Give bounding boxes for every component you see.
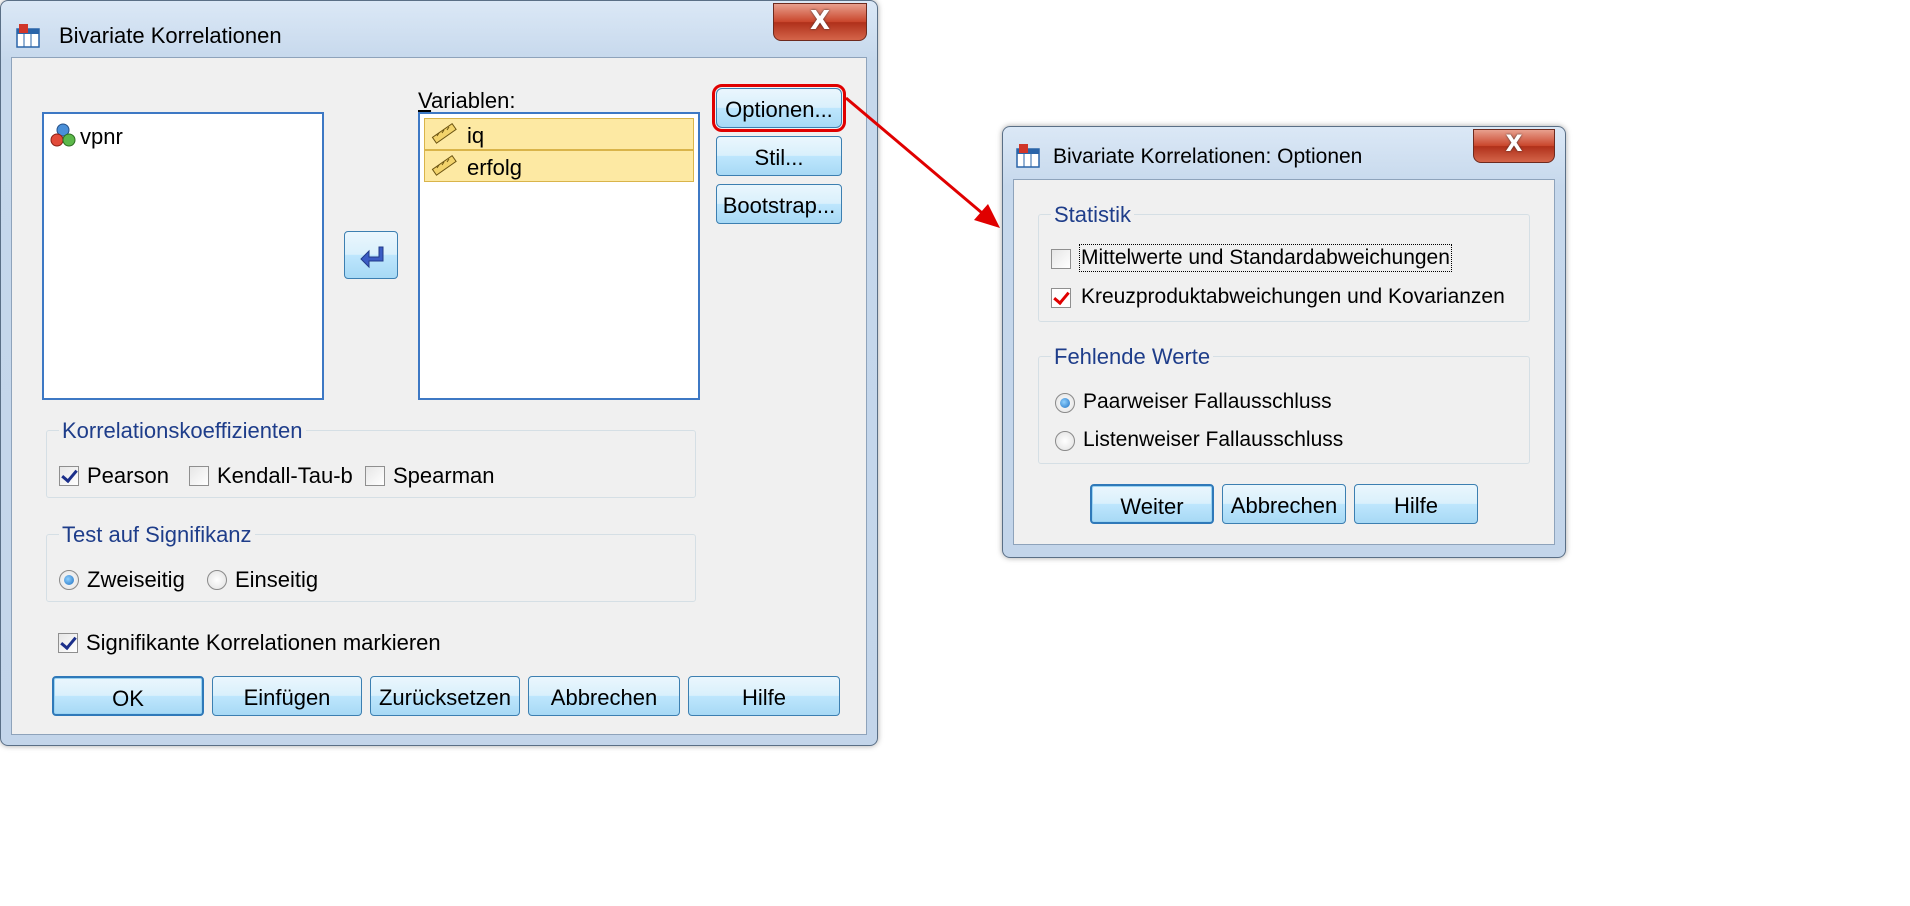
flag-significant-label: Signifikante Korrelationen markieren xyxy=(86,630,441,655)
zuruecksetzen-button[interactable]: Zurücksetzen xyxy=(370,676,520,716)
move-variable-button[interactable] xyxy=(344,231,398,279)
spss-app-icon xyxy=(16,24,40,48)
einfuegen-button[interactable]: Einfügen xyxy=(212,676,362,716)
group-title: Fehlende Werte xyxy=(1051,344,1214,370)
weiter-button-label: Weiter xyxy=(1120,494,1184,519)
main-dialog-titlebar[interactable]: Bivariate Korrelationen xyxy=(1,1,877,53)
list-item-label: vpnr xyxy=(80,124,123,149)
main-dialog-window: Bivariate Korrelationen X vpnr Variablen… xyxy=(0,0,878,746)
spearman-checkbox[interactable] xyxy=(365,466,385,486)
options-abbrechen-button-label: Abbrechen xyxy=(1230,493,1338,518)
stil-button-label: Stil... xyxy=(754,145,804,170)
kendall-label: Kendall-Tau-b xyxy=(217,463,353,488)
crossprod-checkbox[interactable] xyxy=(1051,288,1071,308)
einseitig-radio[interactable] xyxy=(207,570,227,590)
options-dialog-window: Bivariate Korrelationen: Optionen X Stat… xyxy=(1002,126,1566,558)
einfuegen-button-label: Einfügen xyxy=(243,685,331,710)
hilfe-button[interactable]: Hilfe xyxy=(688,676,840,716)
kendall-checkbox[interactable] xyxy=(189,466,209,486)
means-checkbox[interactable] xyxy=(1051,249,1071,269)
spss-app-icon xyxy=(1016,144,1040,168)
stil-button[interactable]: Stil... xyxy=(716,136,842,176)
listwise-radio[interactable] xyxy=(1055,431,1075,451)
main-dialog-title: Bivariate Korrelationen xyxy=(59,23,282,48)
target-variables-label-text: ariablen: xyxy=(431,88,516,113)
pairwise-label: Paarweiser Fallausschluss xyxy=(1083,390,1332,413)
options-dialog-client: Statistik Mittelwerte und Standardabweic… xyxy=(1013,179,1555,545)
options-abbrechen-button[interactable]: Abbrechen xyxy=(1222,484,1346,524)
close-icon: X xyxy=(809,6,831,36)
correlation-coefficients-group: Korrelationskoeffizienten Pearson Kendal… xyxy=(46,418,696,498)
zweiseitig-label: Zweiseitig xyxy=(87,567,185,592)
options-hilfe-button[interactable]: Hilfe xyxy=(1354,484,1478,524)
flag-significant-checkbox[interactable] xyxy=(58,633,78,653)
list-item-label: iq xyxy=(467,123,485,148)
group-title: Korrelationskoeffizienten xyxy=(59,418,306,444)
bootstrap-button[interactable]: Bootstrap... xyxy=(716,184,842,224)
pearson-checkbox[interactable] xyxy=(59,466,79,486)
ok-button[interactable]: OK xyxy=(52,676,204,716)
listwise-label: Listenweiser Fallausschluss xyxy=(1083,428,1344,451)
annotation-arrow xyxy=(845,96,1000,228)
list-item-iq[interactable]: iq xyxy=(424,118,694,150)
close-icon: X xyxy=(1505,132,1523,157)
optionen-button[interactable]: Optionen... xyxy=(712,84,846,132)
statistik-group: Statistik Mittelwerte und Standardabweic… xyxy=(1038,202,1530,322)
significance-test-group: Test auf Signifikanz Zweiseitig Einseiti… xyxy=(46,522,696,602)
pairwise-radio[interactable] xyxy=(1055,393,1075,413)
einseitig-label: Einseitig xyxy=(235,567,319,592)
group-title: Test auf Signifikanz xyxy=(59,522,255,548)
scale-ruler-icon xyxy=(431,122,457,144)
zweiseitig-radio[interactable] xyxy=(59,570,79,590)
abbrechen-button[interactable]: Abbrechen xyxy=(528,676,680,716)
means-label: Mittelwerte und Standardabweichungen xyxy=(1079,244,1452,272)
source-variable-list[interactable]: vpnr xyxy=(42,112,324,400)
missing-values-group: Fehlende Werte Paarweiser Fallausschluss… xyxy=(1038,344,1530,464)
list-item-vpnr[interactable]: vpnr xyxy=(50,122,250,150)
options-dialog-title: Bivariate Korrelationen: Optionen xyxy=(1053,145,1363,168)
spearman-label: Spearman xyxy=(393,463,495,488)
crossprod-label: Kreuzproduktabweichungen und Kovarianzen xyxy=(1081,285,1505,308)
pearson-label: Pearson xyxy=(87,463,169,488)
bootstrap-button-label: Bootstrap... xyxy=(722,193,836,218)
nominal-variable-icon xyxy=(50,123,76,147)
target-variables-label: Variablen: xyxy=(418,88,516,113)
main-dialog-client: vpnr Variablen: iq erfolg Optionen... St… xyxy=(11,57,867,735)
ok-button-label: OK xyxy=(112,686,144,711)
target-variable-list[interactable]: iq erfolg xyxy=(418,112,700,400)
weiter-button[interactable]: Weiter xyxy=(1090,484,1214,524)
scale-ruler-icon xyxy=(431,154,457,176)
abbrechen-button-label: Abbrechen xyxy=(550,685,658,710)
group-title: Statistik xyxy=(1051,202,1135,228)
list-item-label: erfolg xyxy=(467,155,523,180)
main-close-button[interactable]: X xyxy=(773,3,867,41)
list-item-erfolg[interactable]: erfolg xyxy=(424,150,694,182)
zuruecksetzen-button-label: Zurücksetzen xyxy=(378,685,512,710)
hilfe-button-label: Hilfe xyxy=(741,685,786,710)
options-close-button[interactable]: X xyxy=(1473,129,1555,163)
optionen-button-label: Optionen... xyxy=(725,97,833,122)
left-arrow-icon xyxy=(360,246,384,269)
options-hilfe-button-label: Hilfe xyxy=(1393,493,1438,518)
